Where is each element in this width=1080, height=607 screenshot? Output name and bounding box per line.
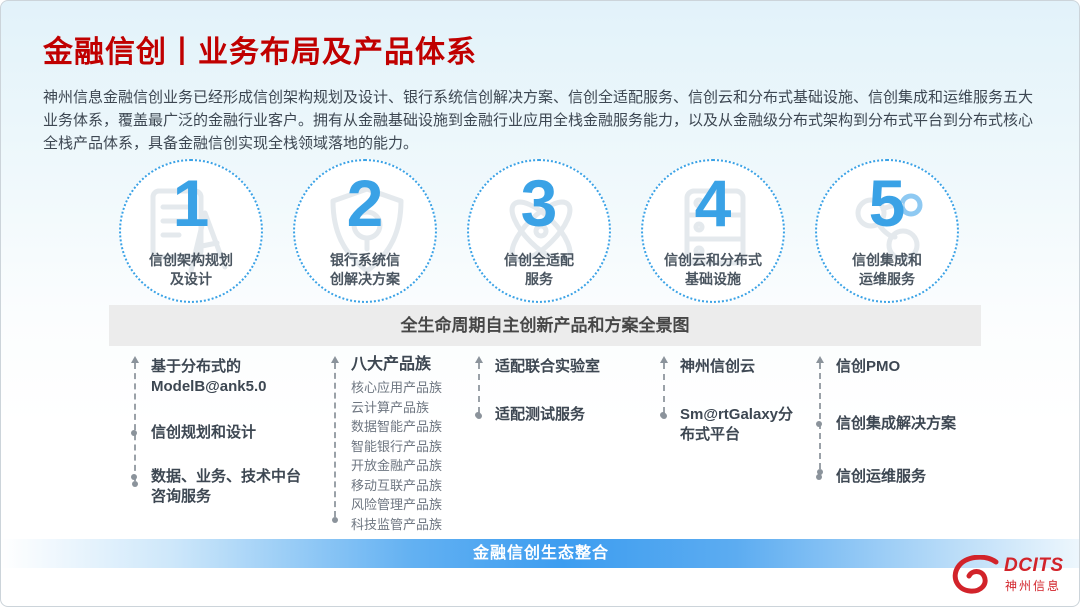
pillar-label: 银行系统信 创解决方案 xyxy=(295,251,435,289)
list-item: 适配测试服务 xyxy=(495,405,638,425)
ecosystem-banner: 金融信创生态整合 xyxy=(1,539,1080,568)
list-item: 信创集成解决方案 xyxy=(836,414,989,434)
list-item: 信创规划和设计 xyxy=(151,423,334,443)
list-item: Sm@rtGalaxy分 布式平台 xyxy=(680,405,813,445)
ecosystem-banner-text: 金融信创生态整合 xyxy=(473,545,609,562)
pillar-number: 3 xyxy=(469,167,609,239)
dcits-swirl-icon xyxy=(951,555,999,595)
list-item: 风险管理产品族 xyxy=(351,495,484,515)
pillar-number: 2 xyxy=(295,167,435,239)
timeline-dashed-line xyxy=(663,363,665,413)
pillar-number: 1 xyxy=(121,167,261,239)
pillar-integration-ops: 5 信创集成和 运维服务 xyxy=(815,159,959,303)
dcits-brand-cn-text: 神州信息 xyxy=(1005,577,1061,594)
intro-paragraph: 神州信息金融信创业务已经形成信创架构规划及设计、银行系统信创解决方案、信创全适配… xyxy=(43,86,1047,155)
column-architecture: 基于分布式的 ModelB@ank5.0 信创规划和设计 数据、业务、技术中台 … xyxy=(134,353,334,507)
list-item: 信创运维服务 xyxy=(836,467,989,487)
list-item: 移动互联产品族 xyxy=(351,476,484,496)
pillar-number: 5 xyxy=(817,167,957,239)
column-adaptation-services: 适配联合实验室 适配测试服务 xyxy=(478,353,638,425)
pillar-number: 4 xyxy=(643,167,783,239)
pillar-banking-solution: 2 银行系统信 创解决方案 xyxy=(293,159,437,303)
list-item: 云计算产品族 xyxy=(351,398,484,418)
pillar-architecture: 1 信创架构规划 及设计 xyxy=(119,159,263,303)
timeline-dashed-line xyxy=(478,363,480,413)
list-item: 信创PMO xyxy=(836,357,989,377)
pillar-label: 信创全适配 服务 xyxy=(469,251,609,289)
list-item: 神州信创云 xyxy=(680,357,813,377)
dcits-logo: DCITS 神州信息 xyxy=(947,552,1073,602)
pillar-adaptation: 3 信创全适配 服务 xyxy=(467,159,611,303)
pillar-label: 信创架构规划 及设计 xyxy=(121,251,261,289)
slide: 金融信创丨业务布局及产品体系 神州信息金融信创业务已经形成信创架构规划及设计、银… xyxy=(0,0,1080,607)
list-item: 核心应用产品族 xyxy=(351,378,484,398)
panorama-header-banner: 全生命周期自主创新产品和方案全景图 xyxy=(109,305,981,346)
list-item: 开放金融产品族 xyxy=(351,456,484,476)
list-item: 基于分布式的 ModelB@ank5.0 xyxy=(151,357,334,397)
column-cloud-platform: 神州信创云 Sm@rtGalaxy分 布式平台 xyxy=(663,353,813,445)
dcits-brand-text: DCITS xyxy=(1004,555,1064,577)
column-integration-services: 信创PMO 信创集成解决方案 信创运维服务 xyxy=(819,353,989,487)
pillar-label: 信创云和分布式 基础设施 xyxy=(643,251,783,289)
timeline-dashed-line xyxy=(334,363,336,517)
timeline-dashed-line xyxy=(134,363,136,481)
column-product-families: 八大产品族 核心应用产品族 云计算产品族 数据智能产品族 智能银行产品族 开放金… xyxy=(334,353,484,534)
pillar-label: 信创集成和 运维服务 xyxy=(817,251,957,289)
list-item: 数据、业务、技术中台 咨询服务 xyxy=(151,467,334,507)
list-item: 数据智能产品族 xyxy=(351,417,484,437)
pillar-cloud-infra: 4 信创云和分布式 基础设施 xyxy=(641,159,785,303)
page-title: 金融信创丨业务布局及产品体系 xyxy=(43,27,477,71)
timeline-dashed-line xyxy=(819,363,821,469)
list-item: 科技监管产品族 xyxy=(351,515,484,535)
panorama-header-text: 全生命周期自主创新产品和方案全景图 xyxy=(401,316,690,335)
column-header: 八大产品族 xyxy=(351,355,484,375)
list-item: 适配联合实验室 xyxy=(495,357,638,377)
list-item: 智能银行产品族 xyxy=(351,437,484,457)
